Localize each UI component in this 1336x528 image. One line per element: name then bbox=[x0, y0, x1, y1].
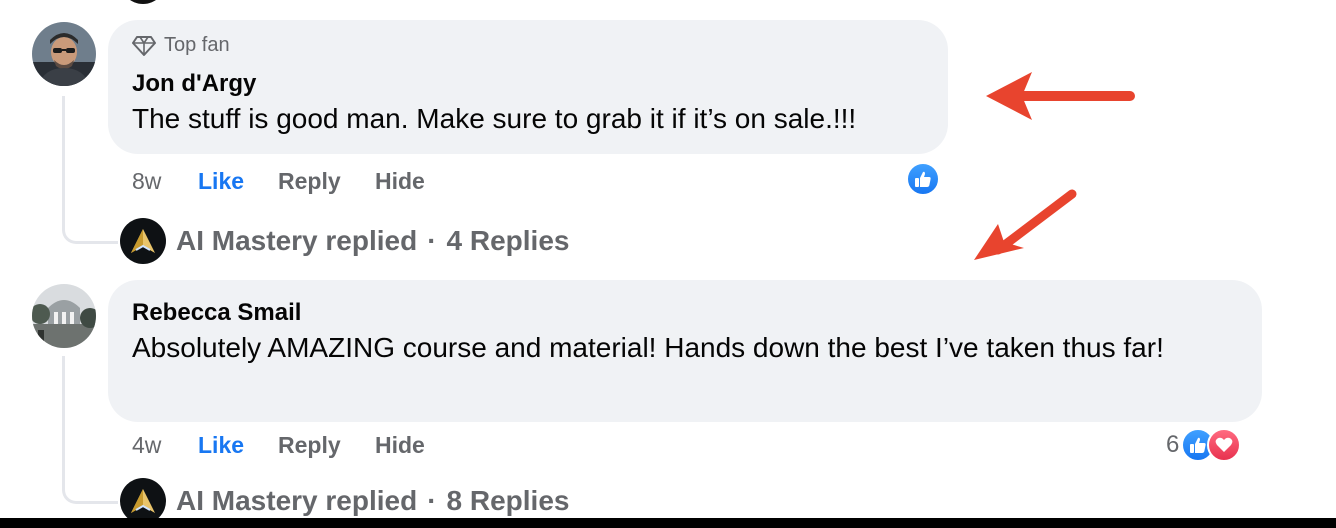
replied-by-label: AI Mastery replied bbox=[176, 485, 418, 516]
reaction-summary[interactable]: 6 bbox=[1166, 428, 1242, 462]
replies-count: 4 Replies bbox=[446, 225, 570, 256]
like-button[interactable]: Like bbox=[198, 168, 278, 195]
red-arrow-icon bbox=[986, 72, 1135, 120]
top-fan-badge: Top fan bbox=[132, 34, 230, 57]
reaction-count: 6 bbox=[1166, 431, 1180, 458]
separator: · bbox=[427, 485, 437, 516]
comment-author[interactable]: Jon d'Argy bbox=[132, 70, 256, 98]
separator: · bbox=[427, 225, 437, 256]
badge-label: Top fan bbox=[164, 34, 230, 56]
comment-actions: 4w Like Reply Hide bbox=[132, 432, 425, 459]
comment-actions: 8w Like Reply Hide bbox=[132, 168, 425, 195]
like-button[interactable]: Like bbox=[198, 432, 278, 459]
hide-button[interactable]: Hide bbox=[375, 432, 425, 459]
heart-icon bbox=[1207, 428, 1242, 462]
reply-button[interactable]: Reply bbox=[278, 168, 375, 195]
red-arrow-icon bbox=[974, 189, 1077, 260]
comment-text: The stuff is good man. Make sure to grab… bbox=[132, 103, 857, 134]
reaction-summary[interactable] bbox=[906, 162, 940, 196]
replied-by-label: AI Mastery replied bbox=[176, 225, 418, 256]
comment-timestamp[interactable]: 4w bbox=[132, 432, 198, 459]
hide-button[interactable]: Hide bbox=[375, 168, 425, 195]
comment-author[interactable]: Rebecca Smail bbox=[132, 299, 301, 327]
previous-reply-avatar bbox=[120, 0, 166, 4]
replies-count: 8 Replies bbox=[446, 485, 570, 516]
ai-mastery-logo bbox=[120, 218, 166, 264]
avatar[interactable] bbox=[32, 22, 96, 86]
comment-timestamp[interactable]: 8w bbox=[132, 168, 198, 195]
view-replies-link[interactable]: AI Mastery replied · 4 Replies bbox=[120, 218, 569, 264]
reply-button[interactable]: Reply bbox=[278, 432, 375, 459]
comment-text: Absolutely AMAZING course and material! … bbox=[132, 332, 1164, 363]
diamond-icon bbox=[132, 35, 156, 57]
thumbs-up-icon bbox=[906, 162, 940, 196]
avatar[interactable] bbox=[32, 284, 96, 348]
bottom-edge-bar bbox=[0, 518, 1336, 528]
